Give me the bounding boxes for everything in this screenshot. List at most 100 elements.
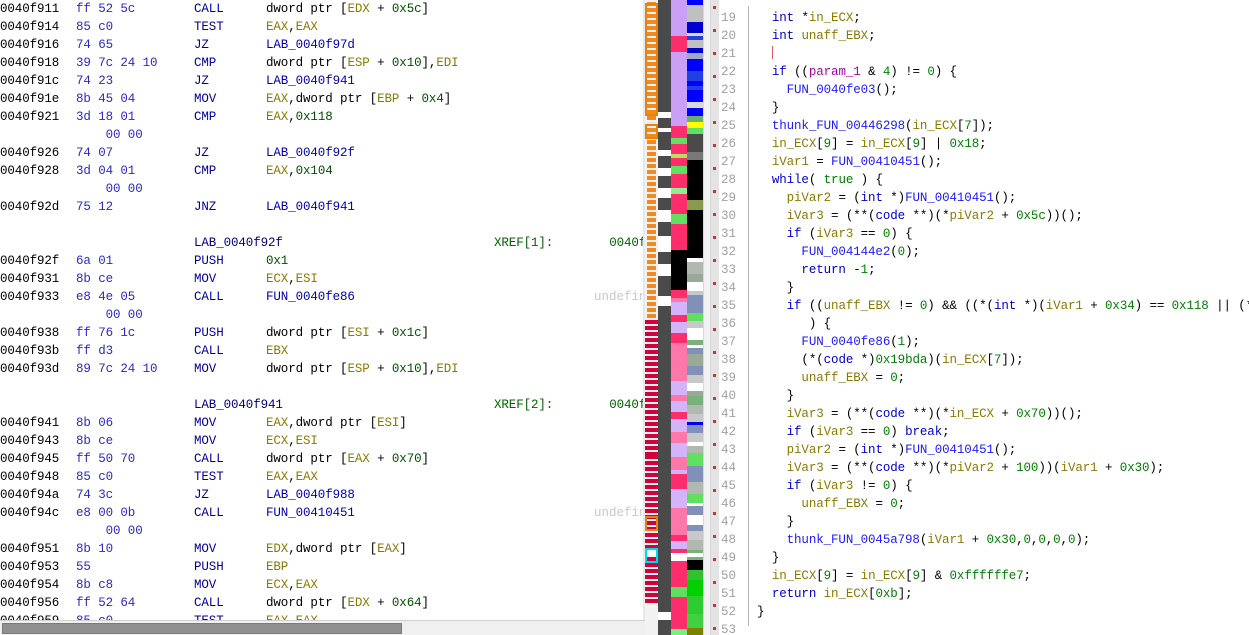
overview-bookmark-mark[interactable]	[713, 98, 716, 101]
instruction-mnemonic[interactable]: CMP	[194, 162, 266, 180]
listing-scrollbar-thumb[interactable]	[2, 623, 402, 634]
decompiler-code-line[interactable]: if ((unaff_EBX != 0) && ((*(int *)(iVar1…	[757, 297, 1249, 315]
listing-instruction-row[interactable]: 0040f95985 c0TESTEAX,EAX	[0, 612, 645, 620]
instruction-mnemonic[interactable]: TEST	[194, 18, 266, 36]
instruction-operands[interactable]: dword ptr [EDX + 0x5c]	[266, 0, 429, 18]
overview-bookmark-mark[interactable]	[713, 75, 716, 78]
decompiler-code-line[interactable]: FUN_004144e2(0);	[757, 243, 1249, 261]
instruction-mnemonic[interactable]: MOV	[194, 360, 266, 378]
overview-bookmark-mark[interactable]	[713, 144, 716, 147]
listing-continuation-bytes-row[interactable]: 00 00	[0, 306, 645, 324]
overview-bookmark-mark[interactable]	[713, 167, 716, 170]
overview-bookmark-mark[interactable]	[713, 328, 716, 331]
decompiler-code-line[interactable]: if (iVar3 == 0) {	[757, 225, 1249, 243]
instruction-operands[interactable]: dword ptr [ESP + 0x10],EDI	[266, 360, 459, 378]
instruction-operands[interactable]: 0x1	[266, 252, 288, 270]
overview-bookmark-mark[interactable]	[713, 443, 716, 446]
instruction-operands[interactable]: EAX,dword ptr [EBP + 0x4]	[266, 90, 451, 108]
listing-instruction-row[interactable]: 0040f954 8b c8 MOV ECX,EAX	[0, 576, 645, 594]
listing-instruction-row[interactable]: 0040f938 ff 76 1c PUSH dword ptr [ESI + 0x1…	[0, 324, 645, 342]
overview-selection-box[interactable]	[645, 124, 658, 139]
overview-bookmark-mark[interactable]	[713, 558, 716, 561]
listing-instruction-row[interactable]: 0040f931 8b ce MOV ECX,ESI	[0, 270, 645, 288]
listing-instruction-row[interactable]: 0040f933 e8 4e 05 CALL FUN_0040fe86	[0, 288, 645, 306]
listing-continuation-bytes-row[interactable]: 00 00	[0, 180, 645, 198]
listing-scroll-area[interactable]: 0040f911 ff 52 5c CALL dword ptr [EDX + 0x5…	[0, 0, 645, 620]
instruction-mnemonic[interactable]: MOV	[194, 414, 266, 432]
instruction-operands[interactable]: LAB_0040f941	[266, 72, 355, 90]
listing-instruction-row[interactable]: 0040f94a 74 3c JZ LAB_0040f988	[0, 486, 645, 504]
listing-instruction-row[interactable]: 0040f956 ff 52 64 CALL dword ptr [EDX + 0x6…	[0, 594, 645, 612]
xref-address[interactable]: 0040f91c(j	[609, 398, 645, 412]
decompiler-code-line[interactable]: if (iVar3 == 0) break;	[757, 423, 1249, 441]
instruction-operands[interactable]: EAX,0x104	[266, 162, 333, 180]
listing-continuation-bytes-row[interactable]: 00 00	[0, 522, 645, 540]
instruction-operands[interactable]: LAB_0040f92f	[266, 144, 355, 162]
decompiler-code-line[interactable]: FUN_0040fe86(1);	[757, 333, 1249, 351]
overview-bookmark-mark[interactable]	[713, 397, 716, 400]
listing-instruction-row[interactable]: 0040f92d 75 12 JNZ LAB_0040f941	[0, 198, 645, 216]
decompiler-code-line[interactable]: int *in_ECX;	[757, 9, 1249, 27]
listing-instruction-row[interactable]: 0040f93d 89 7c 24 10 MOV dword ptr [ESP + 0…	[0, 360, 645, 378]
overview-bookmark-mark[interactable]	[713, 489, 716, 492]
overview-gutter[interactable]	[711, 0, 719, 635]
decompiler-code-line[interactable]: unaff_EBX = 0;	[757, 495, 1249, 513]
listing-instruction-row[interactable]: 0040f953 55 PUSH EBP	[0, 558, 645, 576]
instruction-mnemonic[interactable]: JZ	[194, 36, 266, 54]
decompiler-code-line[interactable]: unaff_EBX = 0;	[757, 369, 1249, 387]
code-label[interactable]: LAB_0040f941	[194, 396, 494, 414]
listing-instruction-row[interactable]: 0040f948 85 c0 TEST EAX,EAX	[0, 468, 645, 486]
instruction-mnemonic[interactable]: JZ	[194, 72, 266, 90]
overview-bookmark-mark[interactable]	[713, 121, 716, 124]
overview-bookmark-mark[interactable]	[713, 236, 716, 239]
decompiler-code-line[interactable]: iVar3 = (**(code **)(*in_ECX + 0x70))();	[757, 405, 1249, 423]
overview-bookmark-mark[interactable]	[713, 259, 716, 262]
instruction-mnemonic[interactable]: MOV	[194, 270, 266, 288]
instruction-mnemonic[interactable]: MOV	[194, 432, 266, 450]
instruction-operands[interactable]: dword ptr [EAX + 0x70]	[266, 450, 429, 468]
instruction-operands[interactable]: EBX	[266, 342, 288, 360]
decompiler-code-line[interactable]	[757, 45, 1249, 63]
decompiler-code-line[interactable]	[757, 621, 1249, 626]
listing-instruction-row[interactable]: 0040f911 ff 52 5c CALL dword ptr [EDX + 0x5…	[0, 0, 645, 18]
instruction-mnemonic[interactable]: PUSH	[194, 558, 266, 576]
listing-instruction-row[interactable]: 0040f916 74 65 JZ LAB_0040f97d	[0, 36, 645, 54]
instruction-operands[interactable]: EAX,EAX	[266, 468, 318, 486]
listing-instruction-row[interactable]: 0040f914 85 c0 TEST EAX,EAX	[0, 18, 645, 36]
overview-bookmark-mark[interactable]	[713, 52, 716, 55]
overview-navigation-column[interactable]	[658, 0, 671, 635]
instruction-mnemonic[interactable]: TEST	[194, 612, 266, 620]
overview-bookmark-mark[interactable]	[713, 374, 716, 377]
listing-label-row[interactable]: LAB_0040f941XREF[2]: 0040f91c(j	[0, 396, 645, 414]
instruction-operands[interactable]: dword ptr [ESI + 0x1c]	[266, 324, 429, 342]
decompiler-code-line[interactable]: piVar2 = (int *)FUN_00410451();	[757, 189, 1249, 207]
overview-bookmark-mark[interactable]	[713, 535, 716, 538]
listing-instruction-row[interactable]: 0040f91c 74 23 JZ LAB_0040f941	[0, 72, 645, 90]
overview-selection-box[interactable]	[645, 3, 658, 116]
instruction-operands[interactable]: EAX,EAX	[266, 612, 318, 620]
decompiler-code-line[interactable]: int unaff_EBX;	[757, 27, 1249, 45]
overview-entropy-column-1[interactable]	[671, 0, 687, 635]
instruction-mnemonic[interactable]: CALL	[194, 504, 266, 522]
listing-instruction-row[interactable]: 0040f918 39 7c 24 10 CMP dword ptr [ESP + 0…	[0, 54, 645, 72]
overview-bookmark-mark[interactable]	[713, 305, 716, 308]
listing-instruction-row[interactable]: 0040f945 ff 50 70 CALL dword ptr [EAX + 0x7…	[0, 450, 645, 468]
instruction-mnemonic[interactable]: JZ	[194, 144, 266, 162]
decompiler-code-line[interactable]: }	[757, 99, 1249, 117]
overview-bookmark-mark[interactable]	[713, 190, 716, 193]
overview-marker-column[interactable]	[645, 0, 658, 635]
overview-bookmark-mark[interactable]	[713, 6, 716, 9]
overview-bookmark-mark[interactable]	[713, 604, 716, 607]
listing-instruction-row[interactable]: 0040f928 3d 04 01 CMP EAX,0x104	[0, 162, 645, 180]
instruction-operands[interactable]: LAB_0040f97d	[266, 36, 355, 54]
decompiler-code-line[interactable]: }	[757, 387, 1249, 405]
decompiler-code-area[interactable]: int iVar3; int *in_ECX; int unaff_EBX; i…	[749, 0, 1249, 626]
instruction-operands[interactable]: LAB_0040f988	[266, 486, 355, 504]
instruction-mnemonic[interactable]: MOV	[194, 540, 266, 558]
decompiler-code-line[interactable]: thunk_FUN_00446298(in_ECX[7]);	[757, 117, 1249, 135]
decompiler-code-line[interactable]: iVar1 = FUN_00410451();	[757, 153, 1249, 171]
overview-entropy-column-2[interactable]	[687, 0, 703, 635]
instruction-operands[interactable]: ECX,EAX	[266, 576, 318, 594]
decompiler-code-line[interactable]: ) {	[757, 315, 1249, 333]
overview-selection-box[interactable]	[645, 548, 658, 563]
